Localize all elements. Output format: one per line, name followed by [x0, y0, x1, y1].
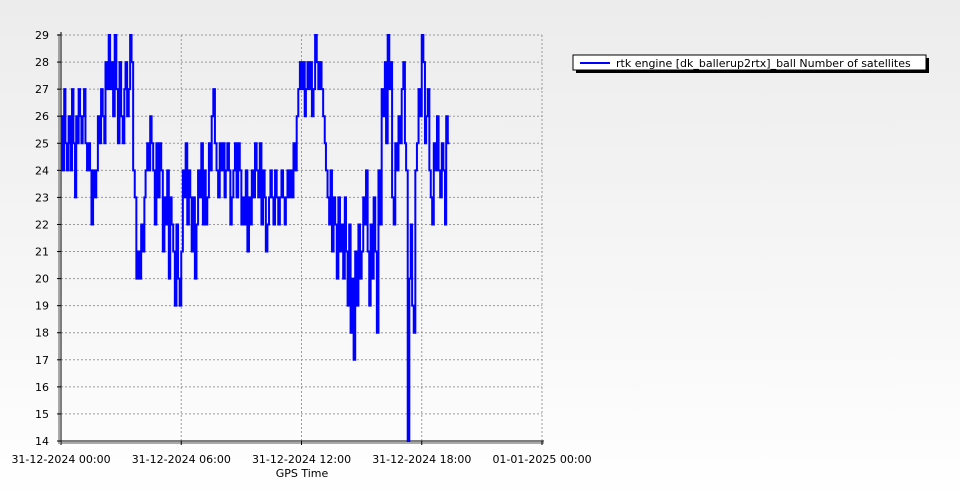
- legend-label: rtk engine [dk_ballerup2rtx]_ball Number…: [616, 57, 911, 70]
- y-tick-label: 21: [35, 246, 49, 259]
- y-tick-label: 17: [35, 354, 49, 367]
- series-layer: [61, 34, 450, 442]
- y-tick-label: 22: [35, 218, 49, 231]
- x-tick-label: 31-12-2024 00:00: [11, 453, 110, 466]
- y-tick-label: 18: [35, 327, 49, 340]
- y-tick-label: 24: [35, 164, 49, 177]
- y-tick-label: 28: [35, 56, 49, 69]
- chart-canvas: 14 15 16 17 18 19 20 21 22 23 24 25 26 27 28 29 31-12-2…: [0, 0, 960, 500]
- axes: [58, 32, 544, 444]
- y-tick-label: 26: [35, 110, 49, 123]
- x-axis-title: GPS Time: [276, 467, 329, 480]
- y-axis-ticks: 14 15 16 17 18 19 20 21 22 23 24 25 26 27 28 29: [35, 29, 61, 448]
- x-tick-label: 31-12-2024 18:00: [372, 453, 471, 466]
- series-line: [61, 34, 450, 442]
- y-tick-label: 20: [35, 273, 49, 286]
- line-chart: 14 15 16 17 18 19 20 21 22 23 24 25 26 27 28 29 31-12-2…: [11, 29, 929, 480]
- x-tick-label: 01-01-2025 00:00: [492, 453, 591, 466]
- x-axis-ticks: 31-12-2024 00:00 31-12-2024 06:00 31-12-20…: [11, 441, 592, 466]
- y-tick-label: 16: [35, 381, 49, 394]
- y-tick-label: 23: [35, 191, 49, 204]
- y-tick-label: 14: [35, 435, 49, 448]
- y-tick-label: 25: [35, 137, 49, 150]
- legend[interactable]: rtk engine [dk_ballerup2rtx]_ball Number…: [572, 54, 929, 73]
- y-tick-label: 19: [35, 300, 49, 313]
- y-tick-label: 27: [35, 83, 49, 96]
- x-tick-label: 31-12-2024 12:00: [252, 453, 351, 466]
- y-tick-label: 29: [35, 29, 49, 42]
- x-tick-label: 31-12-2024 06:00: [132, 453, 231, 466]
- y-tick-label: 15: [35, 408, 49, 421]
